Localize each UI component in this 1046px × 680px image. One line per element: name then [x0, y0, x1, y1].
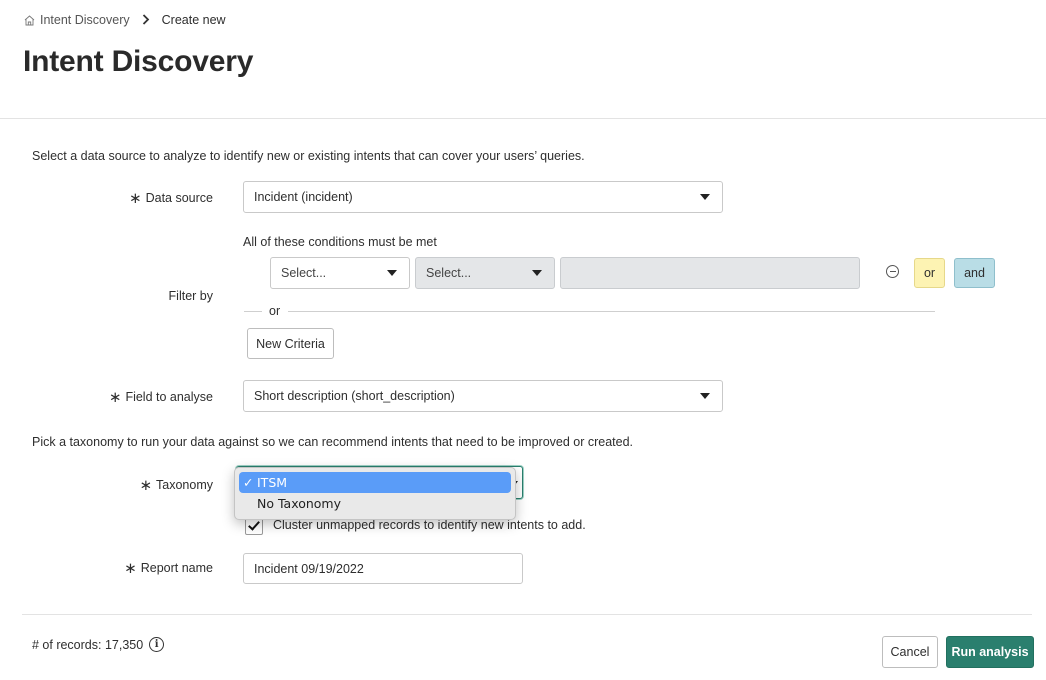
footer-divider — [22, 614, 1032, 615]
taxonomy-intro: Pick a taxonomy to run your data against… — [32, 435, 634, 449]
breadcrumb-parent-link[interactable]: Intent Discovery — [40, 13, 130, 27]
header-divider — [0, 118, 1046, 119]
page-title: Intent Discovery — [23, 45, 254, 78]
info-icon[interactable]: i — [149, 637, 165, 652]
filter-operator-select[interactable]: Select... — [415, 257, 555, 289]
data-source-label: ∗ Data source — [129, 190, 213, 207]
taxonomy-option-no-taxonomy[interactable]: No Taxonomy — [239, 493, 511, 514]
breadcrumb-current: Create new — [161, 13, 226, 27]
and-condition-button[interactable]: and — [954, 258, 995, 288]
filter-field-placeholder: Select... — [281, 266, 327, 280]
caret-down-icon — [387, 270, 397, 276]
filter-operator-placeholder: Select... — [426, 266, 472, 280]
run-analysis-button[interactable]: Run analysis — [946, 636, 1034, 668]
checkmark-icon — [248, 518, 260, 531]
filter-field-select[interactable]: Select... — [270, 257, 410, 289]
taxonomy-label: ∗ Taxonomy — [139, 477, 213, 494]
chevron-right-icon — [142, 12, 150, 28]
data-source-select[interactable]: Incident (incident) — [243, 181, 723, 213]
new-criteria-button[interactable]: New Criteria — [247, 328, 334, 359]
data-source-intro: Select a data source to analyze to ident… — [32, 149, 585, 163]
required-marker: ∗ — [139, 477, 153, 494]
minus-circle-icon[interactable] — [886, 265, 899, 278]
or-condition-button[interactable]: or — [914, 258, 945, 288]
caret-down-icon — [700, 194, 710, 200]
report-name-label: ∗ Report name — [124, 560, 213, 577]
checkmark-icon: ✓ — [243, 475, 254, 490]
field-to-analyse-label: ∗ Field to analyse — [108, 389, 213, 406]
filter-by-label: Filter by — [168, 289, 213, 303]
taxonomy-option-itsm[interactable]: ✓ ITSM — [239, 472, 511, 493]
filter-value-input[interactable] — [560, 257, 860, 289]
or-divider-label: or — [269, 304, 281, 318]
required-marker: ∗ — [108, 389, 122, 406]
records-count: # of records: 17,350 i — [32, 637, 165, 652]
conditions-heading: All of these conditions must be met — [243, 235, 437, 249]
field-to-analyse-select[interactable]: Short description (short_description) — [243, 380, 723, 412]
required-marker: ∗ — [124, 560, 137, 577]
or-divider-right — [288, 311, 935, 312]
breadcrumb: Intent Discovery Create new — [24, 11, 226, 29]
report-name-input[interactable]: Incident 09/19/2022 — [243, 553, 523, 584]
taxonomy-dropdown-menu: ✓ ITSM No Taxonomy — [234, 467, 516, 520]
records-count-label: # of records: 17,350 — [32, 637, 144, 652]
home-icon — [24, 14, 35, 25]
or-divider-left — [244, 311, 262, 312]
cancel-button[interactable]: Cancel — [882, 636, 938, 668]
caret-down-icon — [532, 270, 542, 276]
field-to-analyse-value: Short description (short_description) — [254, 389, 455, 403]
caret-down-icon — [700, 393, 710, 399]
data-source-value: Incident (incident) — [254, 190, 353, 204]
required-marker: ∗ — [129, 190, 142, 207]
cluster-label: Cluster unmapped records to identify new… — [273, 518, 586, 532]
